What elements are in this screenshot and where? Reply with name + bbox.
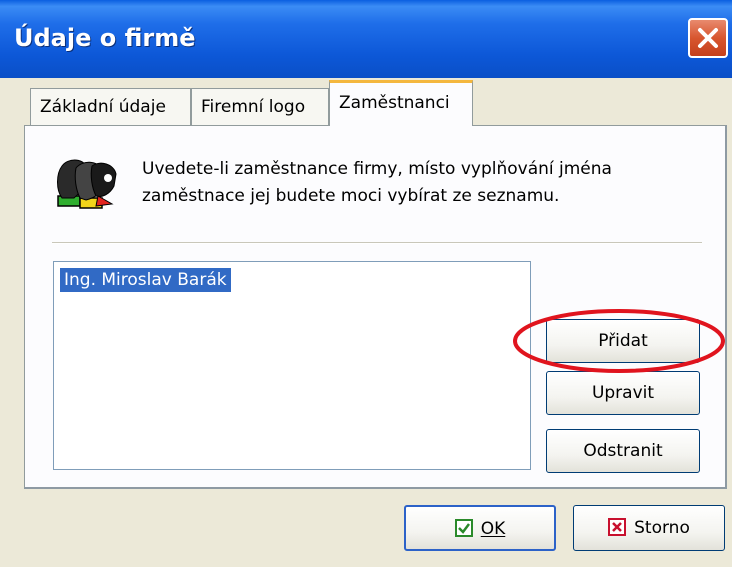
tab-label: Firemní logo xyxy=(201,97,306,117)
info-text: Uvedete-li zaměstnance firmy, místo vypl… xyxy=(142,156,702,210)
tab-firemni-logo[interactable]: Firemní logo xyxy=(191,88,329,126)
remove-button[interactable]: Odstranit xyxy=(546,429,700,473)
ok-button[interactable]: OK xyxy=(404,505,556,551)
remove-button-label: Odstranit xyxy=(583,441,663,461)
highlight-ellipse xyxy=(513,309,725,373)
tab-zakladni-udaje[interactable]: Základní údaje xyxy=(30,88,191,126)
tab-label: Základní údaje xyxy=(40,97,166,117)
edit-button-label: Upravit xyxy=(591,383,655,403)
tab-zamestnanci[interactable]: Zaměstnanci xyxy=(329,80,473,126)
cancel-button-label: Storno xyxy=(634,518,690,538)
ok-button-label: OK xyxy=(480,519,506,539)
tab-label: Zaměstnanci xyxy=(339,93,450,113)
x-box-icon xyxy=(608,517,627,536)
info-line-2: zaměstnace jej budete moci vybírat ze se… xyxy=(142,186,560,206)
employee-list[interactable]: Ing. Miroslav Barák xyxy=(53,261,531,470)
people-icon xyxy=(57,159,117,209)
window-title: Údaje o firmě xyxy=(14,24,196,52)
cancel-button[interactable]: Storno xyxy=(573,505,725,551)
checkmark-icon xyxy=(454,518,473,537)
edit-button[interactable]: Upravit xyxy=(546,371,700,415)
title-bar[interactable]: Údaje o firmě xyxy=(0,0,732,78)
separator xyxy=(52,242,702,244)
close-button[interactable] xyxy=(688,18,728,58)
close-icon xyxy=(698,28,718,48)
list-item[interactable]: Ing. Miroslav Barák xyxy=(59,267,232,293)
info-line-1: Uvedete-li zaměstnance firmy, místo vypl… xyxy=(142,159,612,179)
